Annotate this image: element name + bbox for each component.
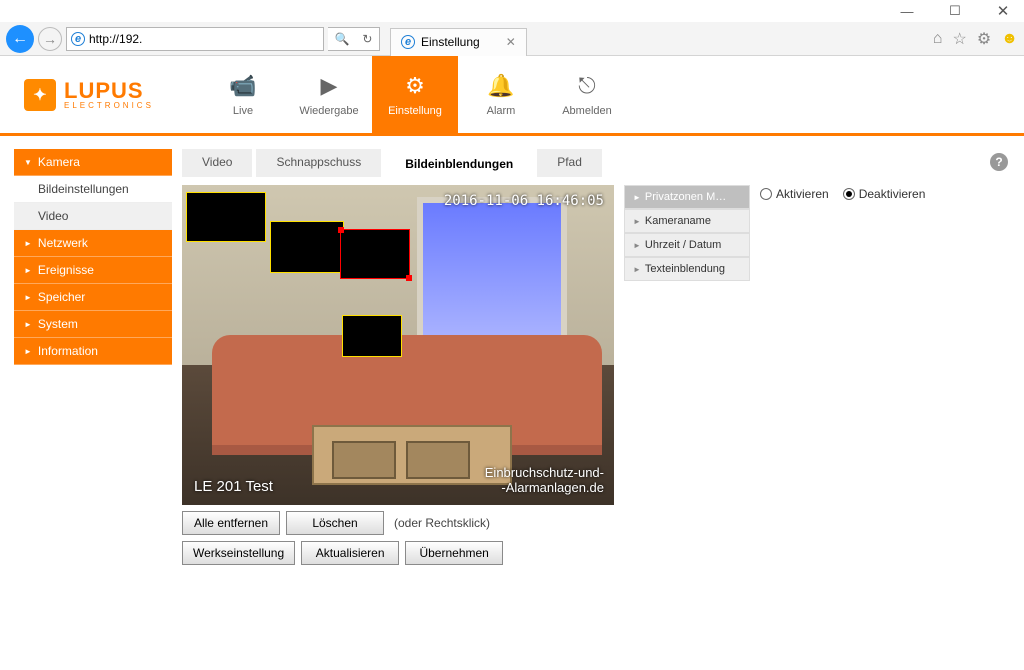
tools-icon[interactable]: ⚙ <box>977 29 991 49</box>
feedback-icon[interactable]: ☻ <box>1001 30 1018 48</box>
apply-button[interactable]: Übernehmen <box>405 541 503 565</box>
main-panel: ? Video Schnappschuss Bildeinblendungen … <box>182 149 1010 660</box>
remove-all-button[interactable]: Alle entfernen <box>182 511 280 535</box>
page-body: Kamera Bildeinstellungen Video Netzwerk … <box>0 139 1024 670</box>
window-titlebar: — ☐ ✕ <box>0 0 1024 22</box>
osd-watermark: Einbruchschutz-und- -Alarmanlagen.de <box>485 466 604 495</box>
camera-icon: 📹 <box>229 73 256 99</box>
topnav-label: Abmelden <box>562 105 612 117</box>
sidebar-section-information[interactable]: Information <box>14 338 172 365</box>
sidebar-section-ereignisse[interactable]: Ereignisse <box>14 257 172 284</box>
tab-content: 2016-11-06 16:46:05 LE 201 Test Einbruch… <box>182 185 1010 565</box>
browser-right-icons: ⌂ ☆ ⚙ ☻ <box>933 29 1018 49</box>
top-nav: 📹 Live ▶ Wiedergabe ⚙ Einstellung 🔔 Alar… <box>200 56 630 133</box>
topnav-logout[interactable]: ⎋ Abmelden <box>544 56 630 133</box>
window-close-button[interactable]: ✕ <box>986 2 1020 20</box>
brand-mark-icon: ✦ <box>24 79 56 111</box>
privacy-mask[interactable] <box>340 229 410 279</box>
brand-logo[interactable]: ✦ LUPUS ELECTRONICS <box>0 56 200 133</box>
radio-label: Deaktivieren <box>859 187 926 201</box>
address-bar[interactable] <box>66 27 324 51</box>
mask-enable-radios: Aktivieren Deaktivieren <box>760 185 925 565</box>
osd-camera-name: LE 201 Test <box>194 478 273 495</box>
window-minimize-button[interactable]: — <box>890 4 924 19</box>
topnav-playback[interactable]: ▶ Wiedergabe <box>286 56 372 133</box>
refresh-button[interactable]: Aktualisieren <box>301 541 399 565</box>
tab-pfad[interactable]: Pfad <box>537 149 602 177</box>
logout-icon: ⎋ <box>578 73 595 99</box>
address-bar-buttons: 🔍 ↻ <box>328 27 380 51</box>
gear-icon: ⚙ <box>405 73 425 99</box>
delete-button[interactable]: Löschen <box>286 511 384 535</box>
radio-activate[interactable]: Aktivieren <box>760 187 829 201</box>
sidebar-section-speicher[interactable]: Speicher <box>14 284 172 311</box>
topnav-alarm[interactable]: 🔔 Alarm <box>458 56 544 133</box>
radio-deactivate[interactable]: Deaktivieren <box>843 187 926 201</box>
tab-close-icon[interactable]: ✕ <box>506 35 516 49</box>
privacy-mask[interactable] <box>186 192 266 242</box>
sidebar-section-system[interactable]: System <box>14 311 172 338</box>
help-icon[interactable]: ? <box>990 153 1008 171</box>
sidebar-section-netzwerk[interactable]: Netzwerk <box>14 230 172 257</box>
site-header: ✦ LUPUS ELECTRONICS 📹 Live ▶ Wiedergabe … <box>0 56 1024 136</box>
settings-tabs: Video Schnappschuss Bildeinblendungen Pf… <box>182 149 1010 177</box>
tab-favicon-icon <box>401 35 415 49</box>
window-maximize-button[interactable]: ☐ <box>938 3 972 19</box>
play-icon: ▶ <box>321 73 338 99</box>
reload-icon[interactable]: ↻ <box>362 32 372 46</box>
favorites-icon[interactable]: ☆ <box>952 29 966 49</box>
tab-video[interactable]: Video <box>182 149 252 177</box>
overlay-accordion: Privatzonen M… Kameraname Uhrzeit / Datu… <box>624 185 750 565</box>
tab-schnappschuss[interactable]: Schnappschuss <box>256 149 381 177</box>
radio-icon <box>843 188 855 200</box>
ie-favicon-icon <box>71 32 85 46</box>
brand-sub: ELECTRONICS <box>64 102 154 110</box>
url-input[interactable] <box>89 32 319 46</box>
home-icon[interactable]: ⌂ <box>933 30 943 48</box>
sidebar-item-video[interactable]: Video <box>14 203 172 230</box>
search-icon[interactable]: 🔍 <box>334 32 349 46</box>
browser-forward-button[interactable]: → <box>38 27 62 51</box>
topnav-label: Einstellung <box>388 105 442 117</box>
tab-title: Einstellung <box>421 35 480 49</box>
topnav-label: Wiedergabe <box>299 105 358 117</box>
privacy-mask[interactable] <box>270 221 344 273</box>
acc-privatzonen[interactable]: Privatzonen M… <box>624 185 750 209</box>
browser-toolbar: ← → 🔍 ↻ Einstellung ✕ ⌂ ☆ ⚙ ☻ <box>0 22 1024 56</box>
video-column: 2016-11-06 16:46:05 LE 201 Test Einbruch… <box>182 185 614 565</box>
sidebar: Kamera Bildeinstellungen Video Netzwerk … <box>14 149 172 660</box>
acc-texteinblendung[interactable]: Texteinblendung <box>624 257 750 281</box>
acc-uhrzeit[interactable]: Uhrzeit / Datum <box>624 233 750 257</box>
radio-label: Aktivieren <box>776 187 829 201</box>
privacy-mask[interactable] <box>342 315 402 357</box>
sidebar-section-kamera[interactable]: Kamera <box>14 149 172 176</box>
acc-kameraname[interactable]: Kameraname <box>624 209 750 233</box>
browser-tab[interactable]: Einstellung ✕ <box>390 28 527 56</box>
sidebar-item-bildeinstellungen[interactable]: Bildeinstellungen <box>14 176 172 203</box>
osd-timestamp: 2016-11-06 16:46:05 <box>444 193 604 209</box>
brand-name: LUPUS <box>64 80 154 102</box>
topnav-settings[interactable]: ⚙ Einstellung <box>372 56 458 133</box>
tab-bildeinblendungen[interactable]: Bildeinblendungen <box>385 149 533 177</box>
delete-hint: (oder Rechtsklick) <box>394 516 490 530</box>
factory-reset-button[interactable]: Werkseinstellung <box>182 541 295 565</box>
radio-icon <box>760 188 772 200</box>
bell-icon: 🔔 <box>487 73 514 99</box>
browser-back-button[interactable]: ← <box>6 25 34 53</box>
topnav-label: Live <box>233 105 253 117</box>
topnav-label: Alarm <box>487 105 516 117</box>
video-preview[interactable]: 2016-11-06 16:46:05 LE 201 Test Einbruch… <box>182 185 614 505</box>
topnav-live[interactable]: 📹 Live <box>200 56 286 133</box>
sidebar-sub-kamera: Bildeinstellungen Video <box>14 176 172 230</box>
